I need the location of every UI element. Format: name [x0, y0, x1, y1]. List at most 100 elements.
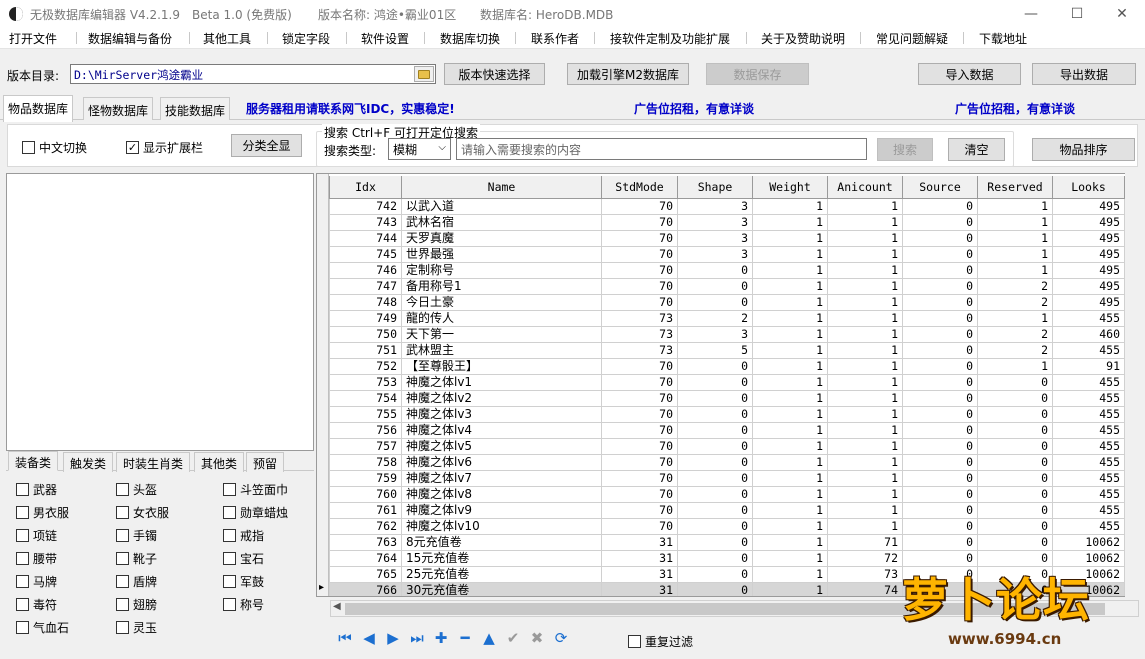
table-cell[interactable]: 0 — [977, 453, 1053, 471]
table-row[interactable]: 756 神魔之体lv4 70 0 1 1 0 0 455 — [329, 421, 1125, 439]
table-cell[interactable]: 70 — [601, 373, 678, 391]
table-cell[interactable]: 764 — [329, 549, 402, 567]
table-cell[interactable]: 495 — [1052, 277, 1125, 295]
table-cell[interactable]: 2 — [977, 341, 1053, 359]
table-cell[interactable]: 25元充值卷 — [401, 565, 602, 583]
table-cell[interactable]: 495 — [1052, 261, 1125, 279]
table-cell[interactable]: 1 — [752, 581, 828, 596]
table-cell[interactable]: 0 — [902, 373, 978, 391]
table-row[interactable]: 750 天下第一 73 3 1 1 0 2 460 — [329, 325, 1125, 343]
table-cell[interactable]: 1 — [827, 325, 903, 343]
table-cell[interactable]: 1 — [752, 341, 828, 359]
table-cell[interactable]: 1 — [827, 261, 903, 279]
tab-trigger[interactable]: 触发类 — [63, 452, 114, 472]
category-checkbox[interactable]: 宝石 — [223, 550, 264, 567]
table-cell[interactable]: 0 — [902, 197, 978, 215]
table-cell[interactable]: 0 — [977, 421, 1053, 439]
table-row[interactable]: 757 神魔之体lv5 70 0 1 1 0 0 455 — [329, 437, 1125, 455]
category-checkbox[interactable]: 称号 — [223, 596, 264, 613]
table-cell[interactable]: 455 — [1052, 469, 1125, 487]
table-cell[interactable]: 1 — [977, 261, 1053, 279]
menu-other-tools[interactable]: 其他工具 — [203, 30, 251, 47]
scroll-left-icon[interactable]: ◀ — [333, 601, 341, 612]
table-cell[interactable]: 1 — [827, 357, 903, 375]
table-cell[interactable]: 0 — [677, 581, 753, 596]
table-cell[interactable]: 1 — [752, 373, 828, 391]
table-cell[interactable]: 756 — [329, 421, 402, 439]
table-cell[interactable]: 455 — [1052, 373, 1125, 391]
table-cell[interactable]: 1 — [752, 229, 828, 247]
table-cell[interactable]: 757 — [329, 437, 402, 455]
export-data-button[interactable]: 导出数据 — [1032, 63, 1136, 85]
chinese-switch-checkbox[interactable]: 中文切换 — [22, 139, 87, 156]
table-cell[interactable]: 1 — [827, 501, 903, 519]
table-cell[interactable]: 455 — [1052, 421, 1125, 439]
table-cell[interactable]: 455 — [1052, 341, 1125, 359]
menu-custom-dev[interactable]: 接软件定制及功能扩展 — [610, 30, 730, 47]
table-cell[interactable]: 0 — [902, 245, 978, 263]
menu-lock-fields[interactable]: 锁定字段 — [282, 30, 330, 47]
table-cell[interactable]: 1 — [827, 197, 903, 215]
table-cell[interactable]: 30元充值卷 — [401, 581, 602, 596]
table-cell[interactable]: 0 — [677, 517, 753, 535]
table-cell[interactable]: 70 — [601, 389, 678, 407]
category-checkbox[interactable]: 头盔 — [116, 481, 157, 498]
table-cell[interactable]: 1 — [752, 485, 828, 503]
close-button[interactable]: ✕ — [1099, 0, 1145, 27]
table-cell[interactable]: 0 — [677, 357, 753, 375]
table-cell[interactable]: 460 — [1052, 325, 1125, 343]
table-cell[interactable]: 1 — [827, 421, 903, 439]
table-cell[interactable]: 0 — [902, 325, 978, 343]
table-cell[interactable]: 0 — [677, 261, 753, 279]
table-cell[interactable]: 72 — [827, 549, 903, 567]
table-cell[interactable]: 70 — [601, 245, 678, 263]
table-row[interactable]: 748 今日土豪 70 0 1 1 0 2 495 — [329, 293, 1125, 311]
cancel-record-icon[interactable]: ✖ — [529, 629, 545, 647]
table-cell[interactable]: 0 — [902, 437, 978, 455]
table-cell[interactable]: 1 — [752, 565, 828, 583]
column-header[interactable]: Idx — [329, 176, 402, 199]
column-header[interactable]: Shape — [677, 176, 753, 199]
table-cell[interactable]: 455 — [1052, 437, 1125, 455]
table-cell[interactable]: 1 — [827, 293, 903, 311]
table-cell[interactable]: 71 — [827, 533, 903, 551]
table-cell[interactable]: 0 — [902, 229, 978, 247]
insert-record-icon[interactable]: ✚ — [433, 629, 449, 647]
table-cell[interactable]: 0 — [677, 501, 753, 519]
table-cell[interactable]: 0 — [677, 389, 753, 407]
refresh-record-icon[interactable]: ⟳ — [553, 629, 569, 647]
table-cell[interactable]: 2 — [677, 309, 753, 327]
table-cell[interactable]: 1 — [752, 357, 828, 375]
table-cell[interactable]: 1 — [752, 261, 828, 279]
table-cell[interactable]: 神魔之体lv7 — [401, 469, 602, 487]
category-checkbox[interactable]: 军鼓 — [223, 573, 264, 590]
table-cell[interactable]: 0 — [977, 437, 1053, 455]
table-cell[interactable]: 2 — [977, 325, 1053, 343]
table-cell[interactable]: 0 — [677, 453, 753, 471]
table-row[interactable]: 758 神魔之体lv6 70 0 1 1 0 0 455 — [329, 453, 1125, 471]
table-cell[interactable]: 1 — [827, 405, 903, 423]
table-cell[interactable]: 3 — [677, 325, 753, 343]
table-cell[interactable]: 1 — [827, 389, 903, 407]
table-cell[interactable]: 70 — [601, 229, 678, 247]
table-cell[interactable]: 1 — [752, 277, 828, 295]
maximize-button[interactable]: ☐ — [1054, 0, 1100, 27]
table-cell[interactable]: 0 — [677, 405, 753, 423]
browse-folder-button[interactable] — [414, 66, 434, 82]
menu-faq[interactable]: 常见问题解疑 — [876, 30, 948, 47]
table-cell[interactable]: 31 — [601, 565, 678, 583]
table-cell[interactable]: 1 — [827, 341, 903, 359]
search-input[interactable]: 请输入需要搜索的内容 — [456, 138, 867, 160]
table-cell[interactable]: 758 — [329, 453, 402, 471]
load-engine-button[interactable]: 加载引擎M2数据库 — [567, 63, 689, 85]
table-cell[interactable]: 742 — [329, 197, 402, 215]
tab-skills-db[interactable]: 技能数据库 — [160, 97, 231, 120]
column-header[interactable]: Name — [401, 176, 602, 199]
table-cell[interactable]: 0 — [902, 261, 978, 279]
table-cell[interactable]: 1 — [977, 357, 1053, 375]
table-cell[interactable]: 31 — [601, 549, 678, 567]
table-cell[interactable]: 1 — [752, 421, 828, 439]
table-cell[interactable]: 752 — [329, 357, 402, 375]
table-cell[interactable]: 70 — [601, 501, 678, 519]
table-cell[interactable]: 91 — [1052, 357, 1125, 375]
